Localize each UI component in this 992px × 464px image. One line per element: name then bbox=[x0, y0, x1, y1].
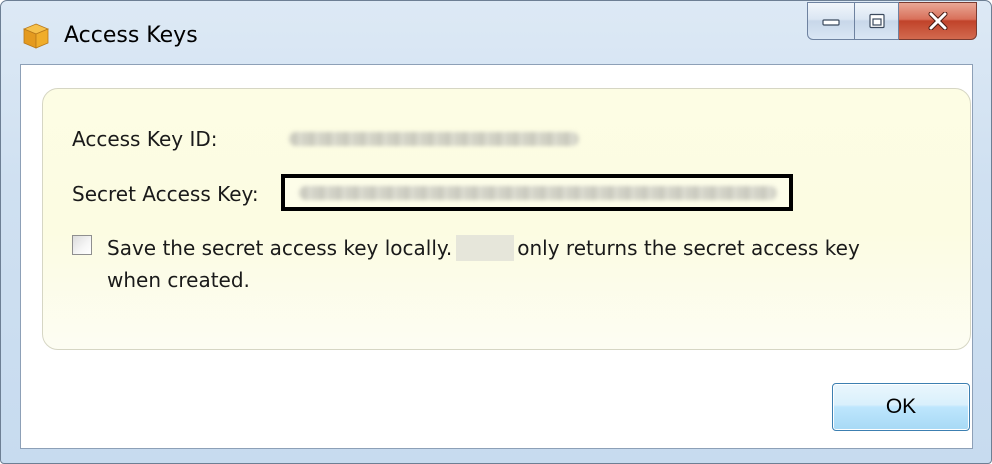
access-key-id-label: Access Key ID: bbox=[72, 127, 218, 151]
dialog-body: Access Key ID: Secret Access Key: Save t… bbox=[20, 64, 973, 449]
keys-panel: Access Key ID: Secret Access Key: Save t… bbox=[42, 88, 971, 350]
maximize-icon bbox=[868, 13, 885, 29]
close-icon bbox=[928, 12, 947, 30]
ok-button[interactable]: OK bbox=[832, 383, 970, 431]
secret-access-key-field[interactable] bbox=[281, 174, 793, 211]
caption-buttons bbox=[807, 2, 977, 42]
window-title: Access Keys bbox=[64, 23, 198, 48]
redacted-text bbox=[456, 235, 515, 261]
secret-access-key-label: Secret Access Key: bbox=[72, 182, 259, 206]
minimize-button[interactable] bbox=[807, 2, 855, 40]
secret-access-key-value-blurred bbox=[299, 186, 777, 200]
close-button[interactable] bbox=[899, 2, 977, 40]
access-key-id-value-blurred bbox=[289, 132, 579, 146]
save-locally-label[interactable]: Save the secret access key locally. only … bbox=[107, 232, 907, 296]
access-keys-dialog: Access Keys Access Key ID: Secret Access… bbox=[0, 0, 992, 464]
box-icon bbox=[23, 23, 49, 49]
save-locally-label-part1: Save the secret access key locally. bbox=[107, 236, 453, 260]
title-bar[interactable]: Access Keys bbox=[1, 1, 991, 63]
maximize-button[interactable] bbox=[855, 2, 899, 40]
save-locally-checkbox[interactable] bbox=[72, 235, 92, 255]
minimize-icon bbox=[822, 19, 840, 26]
